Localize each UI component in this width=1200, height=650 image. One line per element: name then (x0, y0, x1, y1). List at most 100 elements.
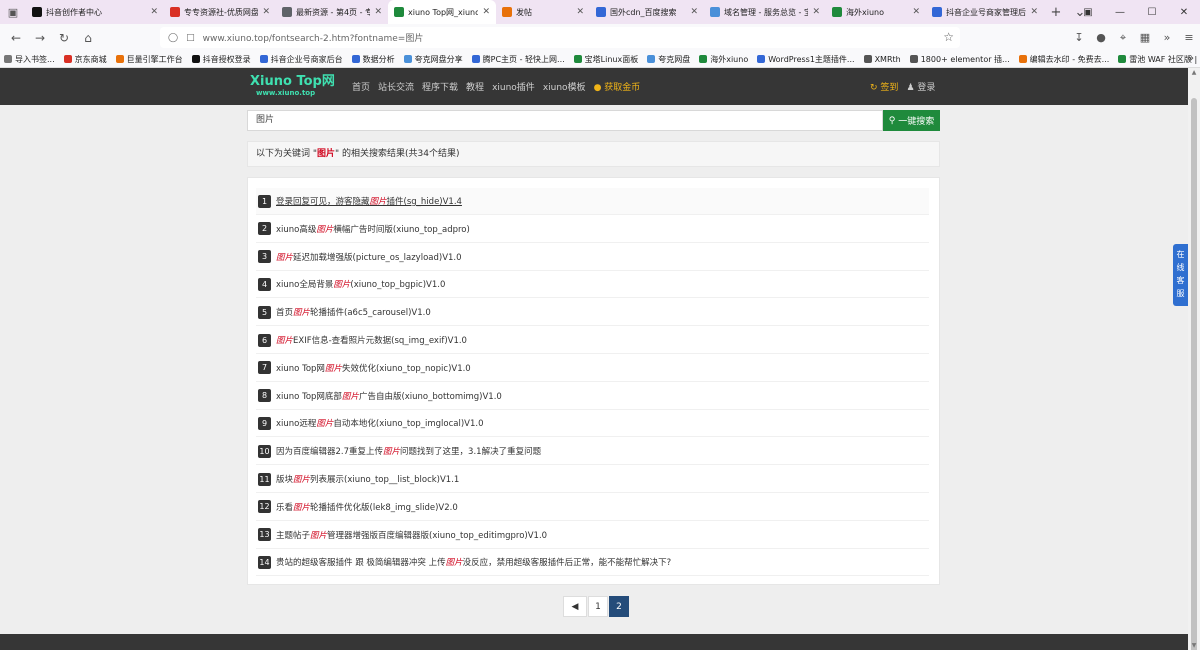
tab-close-icon[interactable]: ✕ (482, 7, 490, 17)
nav-tutorial[interactable]: 教程 (466, 80, 484, 93)
tab-close-icon[interactable]: ✕ (1030, 7, 1038, 17)
result-title-link[interactable]: xiuno远程图片自动本地化(xiuno_top_imglocal)V1.0 (276, 417, 484, 429)
new-tab-button[interactable]: + (1044, 5, 1068, 20)
browser-tab[interactable]: 抖音企业号商家管理后台 ✕ (926, 0, 1044, 24)
search-button[interactable]: ⚲ 一键搜索 (883, 110, 940, 131)
overflow-chevron-icon[interactable]: » (1156, 31, 1178, 44)
result-title-link[interactable]: xiuno高级图片横幅广告时间版(xiuno_top_adpro) (276, 223, 470, 235)
browser-tab[interactable]: 域名管理 - 服务总览 - 宝 ✕ (704, 0, 826, 24)
bookmarks-overflow-icon[interactable]: » (1188, 53, 1194, 64)
result-row[interactable]: 2 xiuno高级图片横幅广告时间版(xiuno_top_adpro) (256, 216, 929, 243)
browser-tab[interactable]: 抖音创作者中心 ✕ (26, 0, 164, 24)
result-title-link[interactable]: xiuno Top网图片失效优化(xiuno_top_nopic)V1.0 (276, 362, 471, 374)
reload-icon[interactable]: ↻ (52, 31, 76, 45)
search-input[interactable]: 图片 (247, 110, 883, 131)
browser-tab[interactable]: xiuno Top网_xiuno下载✕ (388, 0, 496, 24)
extension-icon[interactable]: ▦ (1134, 31, 1156, 44)
bookmark-item[interactable]: 夸克网盘分享 (403, 54, 463, 65)
scroll-down-icon[interactable]: ▼ (1188, 642, 1200, 649)
result-row[interactable]: 8 xiuno Top网底部图片广告自由版(xiuno_bottomimg)V1.… (256, 383, 929, 410)
tab-close-icon[interactable]: ✕ (912, 7, 920, 17)
result-title-link[interactable]: 因为百度编辑器2.7重复上传图片问题找到了这里，3.1解决了重复问题 (276, 445, 541, 457)
tab-close-icon[interactable]: ✕ (150, 7, 158, 17)
nav-download[interactable]: 程序下载 (422, 80, 458, 93)
sign-in-button[interactable]: ↻ 签到 (870, 80, 898, 93)
bookmark-item[interactable]: WordPress1主题插件... (757, 54, 855, 65)
menu-icon[interactable]: ≡ (1178, 31, 1200, 44)
bookmark-item[interactable]: 腾PC主页 - 轻快上网... (471, 54, 565, 65)
result-title-link[interactable]: 版块图片列表展示(xiuno_top__list_block)V1.1 (276, 473, 459, 485)
window-icon[interactable]: ▣ (1072, 0, 1104, 24)
bookmark-item[interactable]: 海外xiuno (699, 54, 748, 65)
tab-close-icon[interactable]: ✕ (576, 7, 584, 17)
tab-close-icon[interactable]: ✕ (262, 7, 270, 17)
shield-icon[interactable]: ◯ (168, 33, 178, 43)
result-row[interactable]: 3 图片延迟加载增强版(picture_os_lazyload)V1.0 (256, 244, 929, 271)
nav-home[interactable]: 首页 (352, 80, 370, 93)
maximize-button[interactable]: ☐ (1136, 0, 1168, 24)
result-title-link[interactable]: xiuno全局背景图片(xiuno_top_bgpic)V1.0 (276, 278, 445, 290)
result-title-link[interactable]: 首页图片轮播插件(a6c5_carousel)V1.0 (276, 306, 431, 318)
home-icon[interactable]: ⌂ (76, 31, 100, 45)
minimize-button[interactable]: — (1104, 0, 1136, 24)
browser-tab[interactable]: 国外cdn_百度搜索 ✕ (590, 0, 704, 24)
browser-tab[interactable]: 最新资源 - 第4页 - 专专✕ (276, 0, 388, 24)
nav-templates[interactable]: xiuno模板 (543, 80, 586, 93)
result-title-link[interactable]: 乐看图片轮播插件优化版(lek8_img_slide)V2.0 (276, 501, 458, 513)
result-title-link[interactable]: 图片EXIF信息-查看照片元数据(sq_img_exif)V1.0 (276, 334, 467, 346)
browser-tab[interactable]: 海外xiuno ✕ (826, 0, 926, 24)
page-info-icon[interactable]: □ (186, 33, 195, 43)
scrollbar-thumb[interactable] (1191, 98, 1197, 650)
result-title-link[interactable]: 登录回复可见，游客隐藏图片插件(sg_hide)V1.4 (276, 195, 462, 207)
result-row[interactable]: 14 贵站的超级客服插件 跟 极简编辑器冲突 上传图片没反应，禁用超级客服插件后正… (256, 549, 929, 577)
bookmark-item[interactable]: 京东商城 (63, 54, 107, 65)
result-row[interactable]: 1 登录回复可见，游客隐藏图片插件(sg_hide)V1.4 (256, 188, 929, 215)
bookmark-star-icon[interactable]: ☆ (943, 30, 954, 44)
nav-plugins[interactable]: xiuno插件 (492, 80, 535, 93)
scroll-up-icon[interactable]: ▲ (1188, 69, 1200, 76)
browser-tab[interactable]: 专专资源社-优质网盘资✕ (164, 0, 276, 24)
bookmark-item[interactable]: 夸克网盘 (647, 54, 690, 65)
nav-get-coins[interactable]: ● 获取金币 (594, 80, 641, 93)
bookmark-item[interactable]: 抖音授权登录 (191, 54, 251, 65)
result-row[interactable]: 12 乐看图片轮播插件优化版(lek8_img_slide)V2.0 (256, 494, 929, 521)
address-bar[interactable]: ◯ □ www.xiuno.top/fontsearch-2.htm?fontn… (160, 27, 960, 48)
bookmark-item[interactable]: 编辑去水印 - 免费去... (1018, 54, 1109, 65)
site-logo[interactable]: Xiuno Top网 www.xiuno.top (250, 75, 335, 97)
url-text[interactable]: www.xiuno.top/fontsearch-2.htm?fontname=… (203, 31, 424, 44)
account-icon[interactable]: ● (1090, 31, 1112, 44)
bookmark-item[interactable]: 数据分析 (351, 54, 395, 65)
bookmark-item[interactable]: 抖音企业号商家后台 (259, 54, 343, 65)
result-row[interactable]: 11 版块图片列表展示(xiuno_top__list_block)V1.1 (256, 466, 929, 493)
tab-overview-icon[interactable]: ▣ (0, 0, 26, 24)
download-icon[interactable]: ↧ (1068, 31, 1090, 44)
tab-close-icon[interactable]: ✕ (690, 7, 698, 17)
result-title-link[interactable]: 贵站的超级客服插件 跟 极简编辑器冲突 上传图片没反应，禁用超级客服插件后正常，… (276, 556, 671, 568)
result-row[interactable]: 10 因为百度编辑器2.7重复上传图片问题找到了这里，3.1解决了重复问题 (256, 438, 929, 466)
result-row[interactable]: 6 图片EXIF信息-查看照片元数据(sq_img_exif)V1.0 (256, 327, 929, 354)
nav-webmaster[interactable]: 站长交流 (378, 80, 414, 93)
result-row[interactable]: 9 xiuno远程图片自动本地化(xiuno_top_imglocal)V1.0 (256, 410, 929, 438)
close-window-button[interactable]: ✕ (1168, 0, 1200, 24)
tab-close-icon[interactable]: ✕ (374, 7, 382, 17)
result-row[interactable]: 5 首页图片轮播插件(a6c5_carousel)V1.0 (256, 299, 929, 327)
page-2[interactable]: 2 (609, 596, 629, 617)
page-1[interactable]: 1 (588, 596, 608, 617)
forward-arrow-icon[interactable]: → (28, 31, 52, 45)
bookmark-item[interactable]: 巨量引擎工作台 (115, 54, 183, 65)
bookmark-item[interactable]: 1800+ elementor 插... (909, 54, 1010, 65)
back-arrow-icon[interactable]: ← (4, 31, 28, 45)
bookmark-item[interactable]: 导入书签... (4, 54, 55, 65)
bookmark-item[interactable]: XMRth (863, 55, 901, 64)
page-scrollbar[interactable]: ▲ ▼ (1188, 68, 1200, 650)
result-title-link[interactable]: 图片延迟加载增强版(picture_os_lazyload)V1.0 (276, 251, 462, 263)
online-service-button[interactable]: 在线客服 (1173, 244, 1188, 306)
result-title-link[interactable]: xiuno Top网底部图片广告自由版(xiuno_bottomimg)V1.0 (276, 390, 502, 402)
login-button[interactable]: ♟ 登录 (906, 80, 935, 93)
result-row[interactable]: 4 xiuno全局背景图片(xiuno_top_bgpic)V1.0 (256, 271, 929, 299)
prev-page-icon[interactable]: ◀ (563, 596, 587, 617)
screenshot-icon[interactable]: ⌖ (1112, 31, 1134, 45)
bookmark-item[interactable]: 宝塔Linux面板 (573, 54, 638, 65)
tab-close-icon[interactable]: ✕ (812, 7, 820, 17)
result-row[interactable]: 13 主题帖子图片管理器增强版百度编辑器版(xiuno_top_editimgpr… (256, 522, 929, 549)
